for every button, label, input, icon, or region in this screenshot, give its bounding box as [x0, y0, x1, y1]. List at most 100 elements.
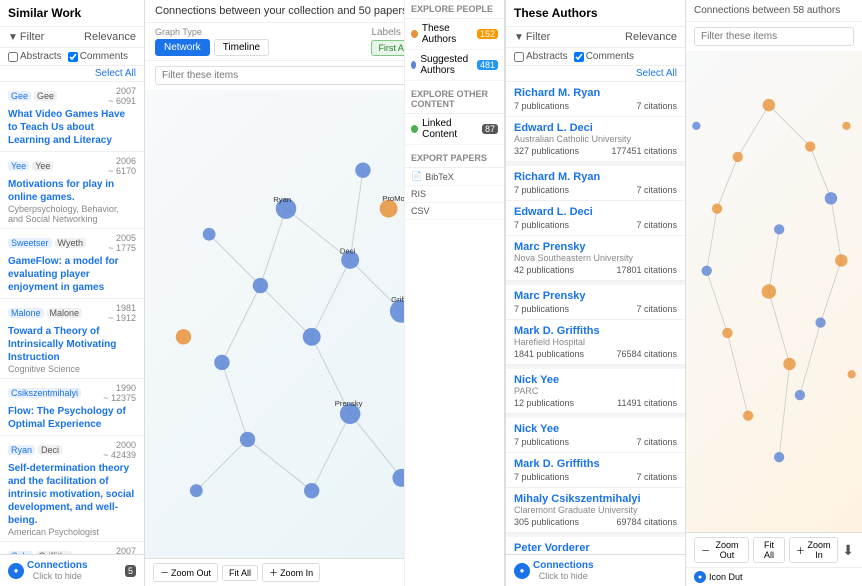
graph-type-label: Graph Type [155, 27, 269, 37]
connections-sublabel-left: Click to hide [27, 571, 88, 581]
zoom-in-label-right: Zoom In [807, 540, 831, 560]
ris-button[interactable]: RIS [405, 186, 504, 203]
paper-item[interactable]: RyanDeci2000~ 42439Self-determination th… [0, 436, 144, 542]
connections-button-right[interactable]: ● Connections Click to hide [514, 560, 594, 581]
author-item[interactable]: Mihaly CsikszentmihalyiClaremont Graduat… [506, 488, 685, 533]
bibtex-button[interactable]: 📄 BibTeX [405, 168, 504, 186]
author-name: Richard M. Ryan [514, 171, 677, 183]
author-publications: 305 publications [514, 517, 579, 527]
author-name: Mark D. Griffiths [514, 458, 677, 470]
connections-label-right: Connections [533, 560, 594, 571]
paper-item[interactable]: ColeGriffiths2007~ 836Social interaction… [0, 542, 144, 554]
paper-year: 1981 [108, 303, 136, 313]
right-filter-button[interactable]: ▼ Filter [514, 31, 550, 43]
right-select-all[interactable]: Select All [506, 66, 685, 82]
zoom-in-label-middle: Zoom In [280, 568, 313, 578]
connections-button-left[interactable]: ● Connections Click to hide [8, 560, 88, 581]
author-item[interactable]: Mark D. Griffiths7 publications7 citatio… [506, 453, 685, 488]
zoom-out-button-right[interactable]: － Zoom Out [694, 537, 749, 563]
comments-checkbox[interactable] [68, 52, 78, 62]
authors-graph [686, 51, 862, 532]
author-publications: 327 publications [514, 146, 579, 156]
fit-all-button-middle[interactable]: Fit All [222, 565, 258, 581]
csv-label: CSV [411, 206, 430, 216]
paper-title: Flow: The Psychology of Optimal Experien… [8, 405, 136, 431]
author-publications: 1841 publications [514, 349, 584, 359]
paper-item[interactable]: GeeGee2007~ 6091What Video Games Have to… [0, 82, 144, 152]
paper-year: 2007 [108, 86, 136, 96]
paper-title: Self-determination theory and the facili… [8, 462, 136, 527]
right-graph-area[interactable] [686, 51, 862, 532]
icon-dut-icon: ● [694, 571, 706, 583]
checkboxes-row: Abstracts Comments [0, 48, 144, 66]
author-item[interactable]: Edward L. DeciAustralian Catholic Univer… [506, 117, 685, 162]
suggested-authors-count: 481 [477, 60, 498, 70]
network-button[interactable]: Network [155, 39, 210, 56]
paper-citations: ~ 6170 [108, 166, 136, 176]
abstracts-checkbox[interactable] [8, 52, 18, 62]
timeline-button[interactable]: Timeline [214, 39, 269, 56]
right-graph-panel: Connections between 58 authors [685, 0, 862, 586]
author-tag: Malone [47, 308, 83, 318]
author-item[interactable]: Nick Yee7 publications7 citations [506, 418, 685, 453]
right-comments-checkbox[interactable] [574, 52, 584, 62]
author-publications: 7 publications [514, 472, 569, 482]
paper-item[interactable]: SweetserWyeth2005~ 1775GameFlow: a model… [0, 229, 144, 299]
author-name: Marc Prensky [514, 241, 677, 253]
author-tag: Csikszentmihalyi [8, 388, 81, 398]
select-all-row[interactable]: Select All [0, 66, 144, 82]
paper-category: Cyberpsychology, Behavior, and Social Ne… [8, 204, 136, 224]
paper-year: 1990 [103, 383, 136, 393]
paper-title: Toward a Theory of Intrinsically Motivat… [8, 325, 136, 364]
bibtex-icon: 📄 [411, 171, 422, 182]
download-button-right[interactable]: ⬇ [842, 542, 854, 559]
paper-year: 2005 [108, 233, 136, 243]
connections-sublabel-right: Click to hide [533, 571, 594, 581]
zoom-in-button-right[interactable]: ＋ Zoom In [789, 537, 838, 563]
author-name: Richard M. Ryan [514, 87, 677, 99]
explore-people-title: EXPLORE PEOPLE [405, 0, 504, 19]
author-name: Mihaly Csikszentmihalyi [514, 493, 677, 505]
these-authors-count: 152 [477, 29, 498, 39]
filter-button[interactable]: ▼ Filter [8, 31, 44, 43]
filter-relevance-row: ▼ Filter Relevance [0, 27, 144, 48]
author-affiliation: PARC [514, 386, 677, 396]
author-affiliation: Harefield Hospital [514, 337, 677, 347]
author-item[interactable]: Richard M. Ryan7 publications7 citations [506, 166, 685, 201]
right-comments-label[interactable]: Comments [574, 51, 634, 62]
paper-item[interactable]: Csikszentmihalyi1990~ 12375Flow: The Psy… [0, 379, 144, 436]
author-item[interactable]: Nick YeePARC12 publications11491 citatio… [506, 369, 685, 414]
suggested-authors-item[interactable]: Suggested Authors 481 [405, 50, 504, 81]
author-item[interactable]: Richard M. Ryan7 publications7 citations [506, 82, 685, 117]
comments-checkbox-label[interactable]: Comments [68, 51, 128, 62]
these-authors-item[interactable]: These Authors 152 [405, 19, 504, 50]
fit-all-button-right[interactable]: Fit All [753, 537, 785, 563]
paper-item[interactable]: YeeYee2006~ 6170Motivations for play in … [0, 152, 144, 229]
author-citations: 177451 citations [611, 146, 677, 156]
author-item[interactable]: Mark D. GriffithsHarefield Hospital1841 … [506, 320, 685, 365]
these-authors-header: These Authors [506, 0, 685, 27]
csv-button[interactable]: CSV [405, 203, 504, 220]
author-item[interactable]: Marc Prensky7 publications7 citations [506, 285, 685, 320]
zoom-in-button-middle[interactable]: ＋ Zoom In [262, 563, 320, 582]
right-abstracts-label[interactable]: Abstracts [514, 51, 568, 62]
author-citations: 11491 citations [617, 398, 677, 408]
right-filter-row: ▼ Filter Relevance [506, 27, 685, 48]
suggested-authors-label: Suggested Authors [420, 54, 477, 76]
abstracts-checkbox-label[interactable]: Abstracts [8, 51, 62, 62]
ris-label: RIS [411, 189, 426, 199]
zoom-out-button-middle[interactable]: － Zoom Out [153, 563, 218, 582]
right-graph-filter-input[interactable] [694, 27, 854, 46]
connections-icon-right: ● [514, 563, 530, 579]
author-item[interactable]: Edward L. Deci7 publications7 citations [506, 201, 685, 236]
right-abstracts-checkbox[interactable] [514, 52, 524, 62]
author-item[interactable]: Marc PrenskyNova Southeastern University… [506, 236, 685, 281]
author-tag: Gee [34, 91, 57, 101]
right-graph-header: Connections between 58 authors [686, 0, 862, 22]
linked-content-item[interactable]: Linked Content 87 [405, 114, 504, 145]
paper-item[interactable]: MaloneMalone1981~ 1912Toward a Theory of… [0, 299, 144, 379]
author-item[interactable]: Peter VordererUniversity of Mannheim211 … [506, 537, 685, 554]
these-authors-dot [411, 30, 418, 38]
explore-other-title: EXPLORE OTHER CONTENT [405, 85, 504, 114]
author-citations: 69784 citations [616, 517, 677, 527]
